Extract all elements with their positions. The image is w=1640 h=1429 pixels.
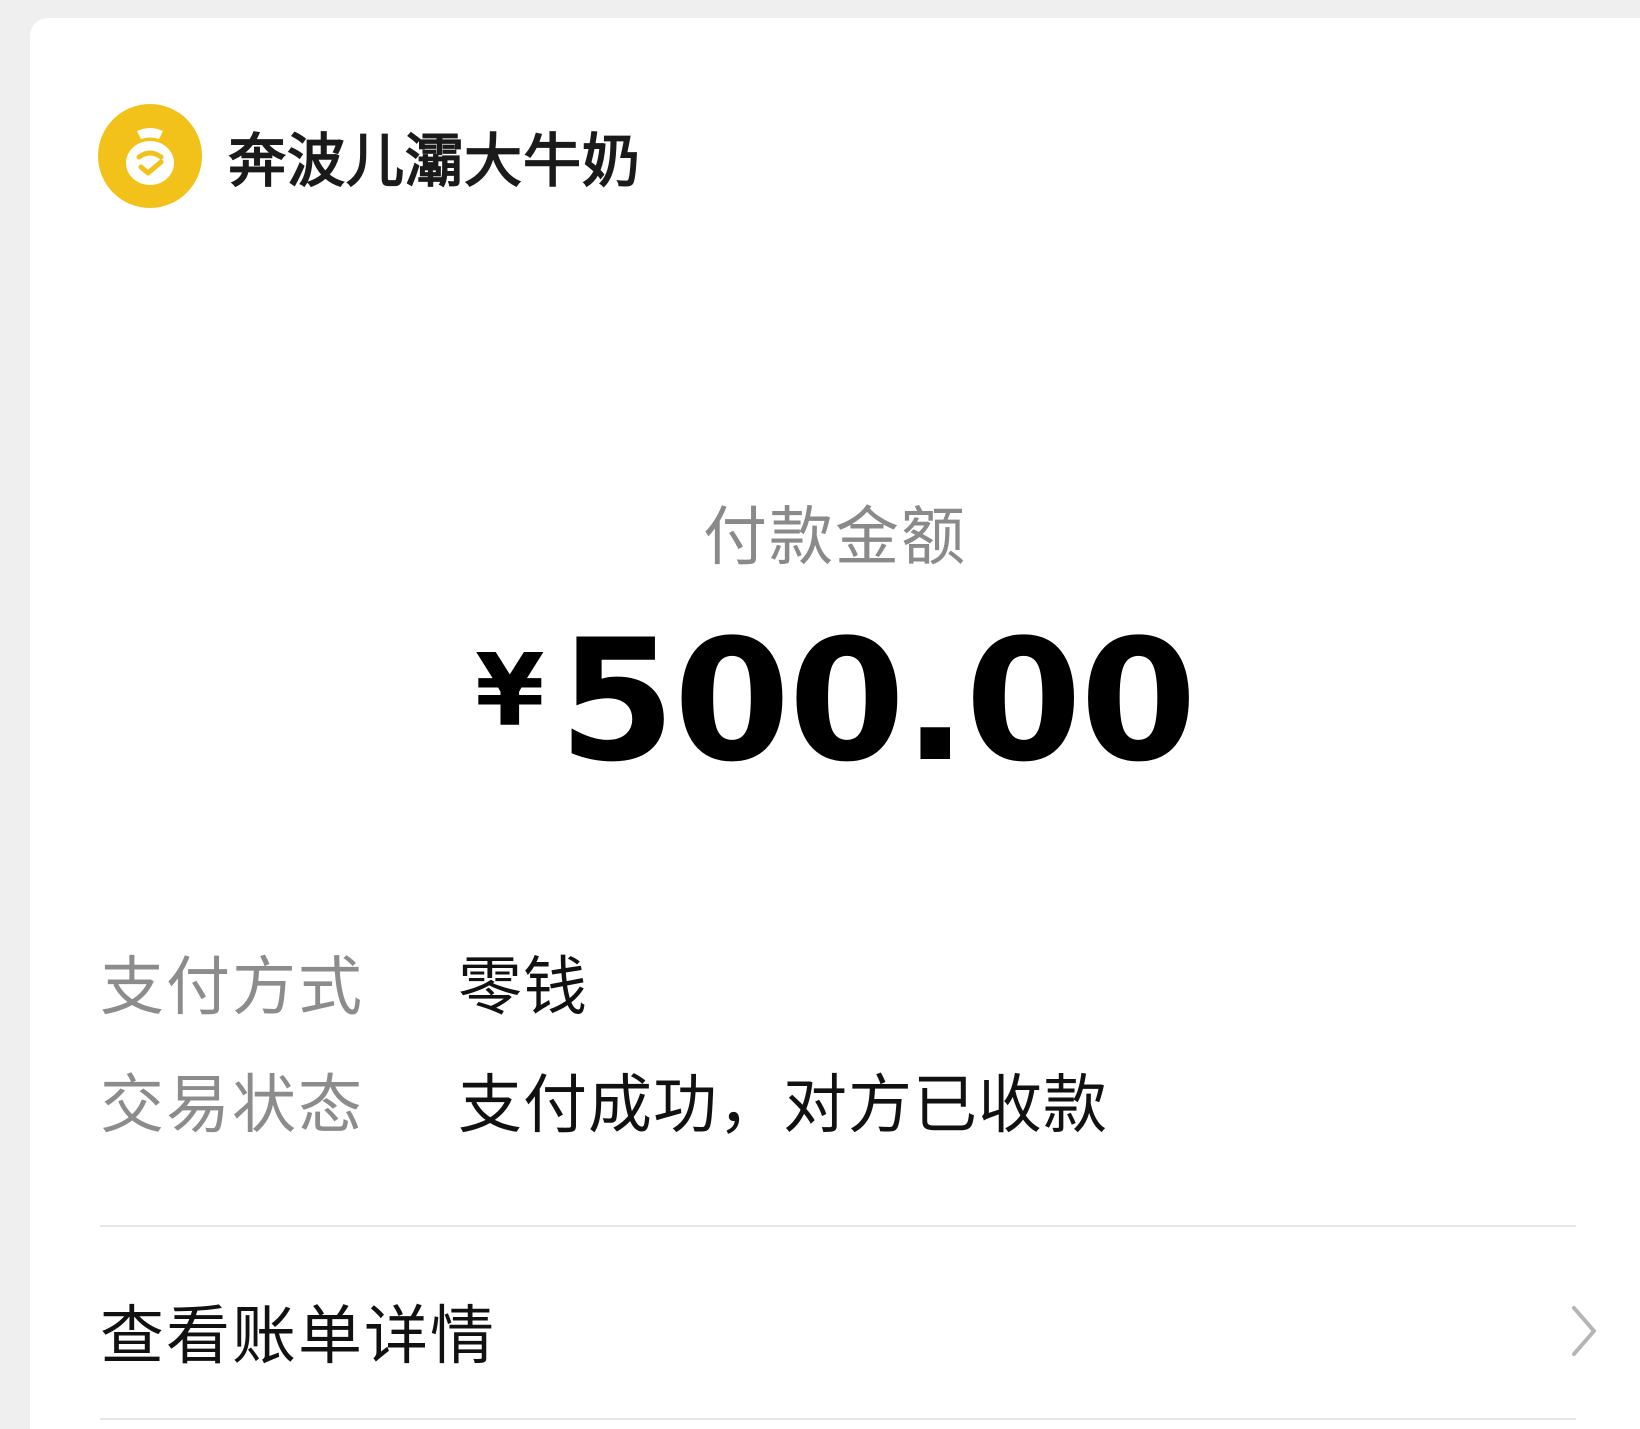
divider [100,1418,1576,1420]
transaction-status-label: 交易状态 [100,1069,364,1143]
payment-method-value: 零钱 [458,951,588,1025]
merchant-header: 奔波儿灞大牛奶 [98,104,641,208]
amount-label: 付款金额 [703,501,967,575]
payment-method-label: 支付方式 [100,951,364,1025]
view-bill-details-label: 查看账单详情 [100,1300,496,1374]
milk-bag-icon [98,104,202,208]
divider [100,1225,1576,1227]
payment-amount: ¥ 500.00 [30,603,1640,799]
transaction-status-row: 交易状态 支付成功，对方已收款 [100,1054,1108,1146]
merchant-name: 奔波儿灞大牛奶 [228,127,642,195]
payment-receipt-card: 奔波儿灞大牛奶 付款金额 ¥ 500.00 支付方式 零钱 交易状态 支付成功，… [30,18,1640,1429]
amount-value: 500.00 [558,603,1197,799]
chevron-right-icon [1564,1301,1604,1361]
payment-method-row: 支付方式 零钱 [100,936,588,1028]
transaction-status-value: 支付成功，对方已收款 [458,1069,1108,1143]
currency-symbol: ¥ [475,632,545,749]
view-bill-details-button[interactable]: 查看账单详情 [100,1286,1604,1376]
